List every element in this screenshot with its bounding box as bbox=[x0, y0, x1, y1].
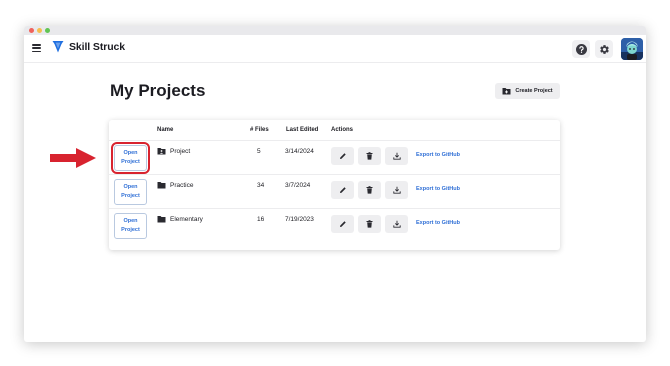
brand-name: Skill Struck bbox=[69, 40, 125, 53]
open-project-button[interactable]: Open Project bbox=[114, 179, 147, 205]
export-to-github-link[interactable]: Export to GitHub bbox=[416, 186, 460, 192]
help-button[interactable] bbox=[572, 40, 590, 58]
last-edited-date: 7/19/2023 bbox=[285, 216, 314, 223]
download-icon bbox=[392, 152, 401, 160]
download-button[interactable] bbox=[385, 215, 408, 233]
pencil-icon bbox=[339, 153, 346, 159]
new-folder-icon bbox=[502, 88, 511, 95]
page-title: My Projects bbox=[110, 81, 206, 100]
projects-table: Name # Files Last Edited Actions Open Pr… bbox=[109, 120, 560, 250]
download-icon bbox=[392, 220, 401, 228]
folder-icon bbox=[157, 182, 166, 189]
delete-button[interactable] bbox=[358, 215, 381, 233]
download-button[interactable] bbox=[385, 181, 408, 199]
annotation-arrow-icon bbox=[50, 148, 96, 168]
file-count: 16 bbox=[257, 216, 265, 223]
delete-button[interactable] bbox=[358, 147, 381, 165]
gear-icon bbox=[599, 44, 609, 54]
table-row: Open Project Elementary 16 7/19/2023 Exp… bbox=[109, 208, 560, 242]
edit-button[interactable] bbox=[331, 147, 354, 165]
browser-window: Skill Struck My Projects Create Project … bbox=[24, 26, 646, 342]
help-icon bbox=[575, 43, 587, 55]
delete-button[interactable] bbox=[358, 181, 381, 199]
file-count: 34 bbox=[257, 182, 265, 189]
minimize-window-dot[interactable] bbox=[37, 28, 42, 33]
column-header-files: # Files bbox=[250, 127, 269, 133]
create-project-button[interactable]: Create Project bbox=[495, 83, 560, 99]
create-project-label: Create Project bbox=[515, 88, 553, 94]
project-name-cell[interactable]: Practice bbox=[157, 181, 193, 189]
export-to-github-link[interactable]: Export to GitHub bbox=[416, 152, 460, 158]
open-project-button[interactable]: Open Project bbox=[111, 142, 150, 174]
project-name-cell[interactable]: Project bbox=[157, 147, 190, 155]
user-avatar[interactable] bbox=[621, 38, 643, 60]
project-name: Elementary bbox=[170, 215, 203, 223]
column-header-actions: Actions bbox=[331, 127, 354, 133]
trash-icon bbox=[366, 152, 373, 160]
skill-struck-logo-icon bbox=[52, 41, 64, 53]
window-titlebar bbox=[24, 26, 646, 35]
table-row: Open Project Project 5 3/14/2024 Export bbox=[109, 140, 560, 174]
brand-logo[interactable]: Skill Struck bbox=[52, 40, 125, 53]
settings-button[interactable] bbox=[595, 40, 613, 58]
pencil-icon bbox=[339, 221, 346, 227]
shared-folder-icon bbox=[157, 148, 166, 155]
column-header-name: Name bbox=[157, 127, 174, 133]
hamburger-icon[interactable] bbox=[32, 44, 41, 52]
avatar-image bbox=[621, 38, 643, 60]
last-edited-date: 3/14/2024 bbox=[285, 148, 314, 155]
edit-button[interactable] bbox=[331, 181, 354, 199]
project-name: Project bbox=[170, 147, 191, 155]
column-header-last-edited: Last Edited bbox=[286, 127, 319, 133]
file-count: 5 bbox=[257, 148, 261, 155]
download-icon bbox=[392, 186, 401, 194]
close-window-dot[interactable] bbox=[29, 28, 34, 33]
maximize-window-dot[interactable] bbox=[45, 28, 50, 33]
folder-icon bbox=[157, 216, 166, 223]
trash-icon bbox=[366, 220, 373, 228]
edit-button[interactable] bbox=[331, 215, 354, 233]
project-name: Practice bbox=[170, 181, 194, 189]
table-row: Open Project Practice 34 3/7/2024 Export… bbox=[109, 174, 560, 208]
app-header: Skill Struck bbox=[24, 35, 646, 63]
trash-icon bbox=[366, 186, 373, 194]
pencil-icon bbox=[339, 187, 346, 193]
project-name-cell[interactable]: Elementary bbox=[157, 215, 203, 223]
last-edited-date: 3/7/2024 bbox=[285, 182, 311, 189]
open-project-button[interactable]: Open Project bbox=[114, 213, 147, 239]
download-button[interactable] bbox=[385, 147, 408, 165]
export-to-github-link[interactable]: Export to GitHub bbox=[416, 220, 460, 226]
